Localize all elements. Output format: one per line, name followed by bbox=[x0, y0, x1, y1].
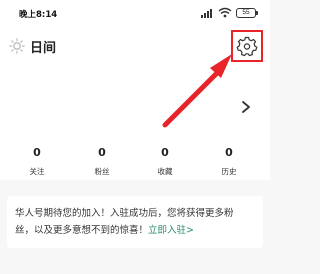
stat-label: 收藏 bbox=[157, 167, 173, 176]
promo-text-line-1: 华人号期待您的加入！入驻成功后，您将获得更多粉 bbox=[15, 208, 234, 219]
stat-value: 0 bbox=[225, 146, 233, 159]
battery-icon: 55 bbox=[236, 8, 258, 18]
chevron-right-icon[interactable] bbox=[240, 100, 252, 114]
stat-value: 0 bbox=[161, 146, 169, 159]
status-time: 晚上8:14 bbox=[19, 10, 58, 20]
stat-value: 0 bbox=[98, 146, 106, 159]
status-bar: 晚上8:14 55 bbox=[0, 0, 270, 24]
creator-promo-card: 华人号期待您的加入！入驻成功后，您将获得更多粉 丝，以及更多意想不到的惊喜！立即… bbox=[7, 196, 263, 248]
promo-text-line-2: 丝，以及更多意想不到的惊喜！立即入驻> bbox=[15, 222, 255, 239]
wifi-icon bbox=[218, 7, 232, 18]
stat-label: 关注 bbox=[29, 167, 45, 176]
gear-icon[interactable] bbox=[234, 32, 260, 60]
status-icons: 55 bbox=[201, 7, 259, 19]
stats-row: 0 关注 0 粉丝 0 收藏 0 历史 bbox=[0, 144, 270, 180]
stat-history[interactable]: 0 历史 bbox=[199, 144, 259, 178]
join-now-link[interactable]: 立即入驻> bbox=[148, 225, 194, 236]
theme-toggle-label[interactable]: 日间 bbox=[30, 37, 56, 56]
profile-header: 日间 bbox=[0, 24, 270, 144]
signal-icon bbox=[201, 9, 212, 18]
stat-favorites[interactable]: 0 收藏 bbox=[135, 144, 195, 178]
stat-followers[interactable]: 0 粉丝 bbox=[72, 144, 132, 178]
sun-icon[interactable] bbox=[9, 38, 25, 54]
stat-label: 历史 bbox=[221, 167, 237, 176]
stat-label: 粉丝 bbox=[94, 167, 110, 176]
stat-following[interactable]: 0 关注 bbox=[7, 144, 67, 178]
promo-text: 丝，以及更多意想不到的惊喜！ bbox=[15, 225, 149, 236]
stat-value: 0 bbox=[33, 146, 41, 159]
